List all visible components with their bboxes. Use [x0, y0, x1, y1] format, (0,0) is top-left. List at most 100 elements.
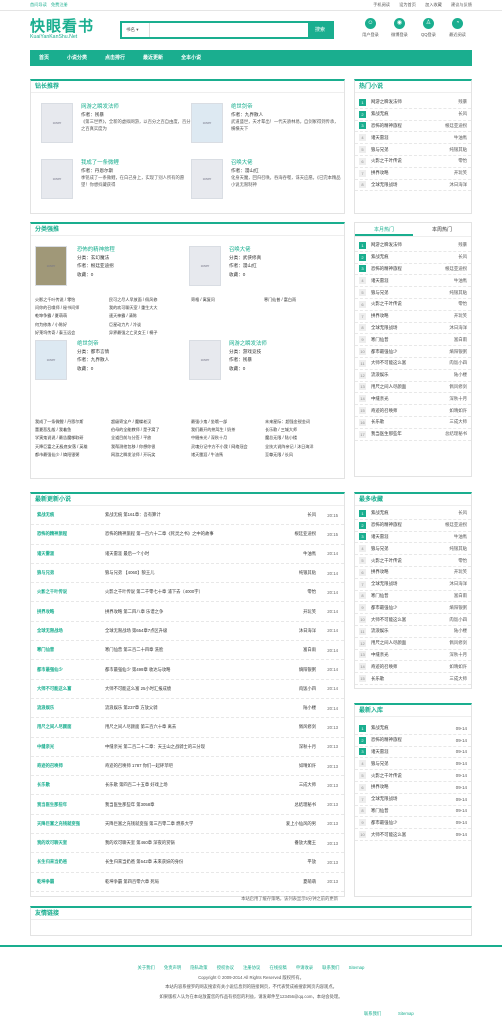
rank-book-title[interactable]: 火影之千叶传说 [371, 158, 458, 164]
featured-book-2[interactable]: cover 绝世剑帝 作者：九界散人 武道盛世，天才辈出！一代天骄林易，自剑冢得… [191, 103, 341, 143]
rank-book-title[interactable]: 狼与兄弟 [371, 546, 449, 552]
link-item[interactable]: 我们最开的热驾生 / 奶茶 [191, 426, 265, 434]
rank-item[interactable]: 15 奇迹的召唤师 如晴如许 [355, 405, 471, 417]
rank-book-title[interactable]: 长乐歌 [371, 676, 449, 682]
rank-item[interactable]: 10 都市最强仙少 熵阳银粥 [355, 346, 471, 358]
rank-item[interactable]: 3 诸天雷涯 09-14 [355, 747, 471, 759]
update-author[interactable]: 肉饭小四 [266, 686, 316, 692]
update-book[interactable]: 奇迹的召唤师 [37, 763, 105, 769]
update-book[interactable]: 全球无限战场 [37, 628, 105, 634]
update-book[interactable]: 狼与兄弟 [37, 570, 105, 576]
nav-category[interactable]: 小说分类 [58, 50, 96, 66]
homepage-link[interactable]: 设为首页 [399, 2, 416, 7]
rank-item[interactable]: 9 都市最强仙少 09-14 [355, 817, 471, 830]
rank-item[interactable]: 9 都市最强仙少 熵阳银粥 [355, 602, 471, 615]
update-chapter[interactable]: 火影之千叶传说 第二千零七十章 浦下去（4000字） [105, 589, 266, 595]
update-author[interactable]: 零怡 [266, 589, 316, 595]
rank-book-title[interactable]: 狼与兄弟 [371, 147, 449, 153]
rank-book-title[interactable]: 紫战无痕 [371, 510, 458, 516]
rank-book-title[interactable]: 用尺之间人尽颜面 [371, 384, 449, 390]
rank-item[interactable]: 14 中缝亲光 深秋十月 [355, 393, 471, 406]
rank-item[interactable]: 3 诸天雷涯 牛油馬 [355, 532, 471, 544]
rank-item[interactable]: 5 火影之千叶传说 零怡 [355, 555, 471, 567]
update-author[interactable]: 平放 [266, 859, 316, 865]
rank-item[interactable]: 15 长乐歌 三成大师 [355, 673, 471, 685]
rank-book-title[interactable]: 都市最强仙少 [371, 820, 456, 826]
rank-item[interactable]: 16 长乐歌 三成大师 [355, 417, 471, 429]
rank-book-title[interactable]: 中缝亲光 [371, 652, 449, 658]
link-item[interactable]: 网游之瞬发法师 / 开玩笑 [111, 451, 189, 459]
update-chapter[interactable]: 全球无限战场 第654章7点区升级 [105, 628, 266, 634]
footer-link[interactable]: 在线投稿 [270, 965, 287, 970]
nav-home[interactable]: 首页 [30, 50, 58, 66]
category-book-3[interactable]: cover 绝世剑帝 分类：都市言情 作者：九界散人 收藏：0 [35, 340, 177, 380]
update-chapter[interactable]: 长生归来当奶爸 第642章 末来获妖的身份 [105, 859, 266, 865]
link-item[interactable]: 末来星际：超强金锐金词 [265, 418, 345, 426]
rank-book-title[interactable]: 火影之千叶传说 [371, 773, 456, 779]
update-author[interactable]: 总结理秘书 [266, 802, 316, 808]
nav-rank[interactable]: 点击排行 [96, 50, 134, 66]
update-author[interactable]: 纯银其贴 [266, 570, 316, 576]
rank-item[interactable]: 6 拼界攻略 开玩笑 [355, 567, 471, 579]
update-book[interactable]: 流浪娱乐 [37, 705, 105, 711]
rank-item[interactable]: 12 流浪娱乐 陆小楼 [355, 370, 471, 382]
update-chapter[interactable]: 奇迹的召唤师 1787 你们一起砰苹吧 [105, 763, 266, 769]
rank-item[interactable]: 11 流浪娱乐 陆小楼 [355, 626, 471, 638]
rank-item[interactable]: 7 拼界攻略 开玩笑 [355, 168, 471, 180]
footer-link[interactable]: 隐私政策 [190, 965, 207, 970]
rank-book-title[interactable]: 都市最强仙少 [371, 605, 449, 611]
rank-book-title[interactable]: 我当医生那些年 [371, 431, 445, 437]
update-chapter[interactable]: 我的欢可聊天室 第460章 深夜的赏锅 [105, 840, 266, 846]
book-cover[interactable]: cover [191, 159, 223, 199]
book-title[interactable]: 我成了一条微鲤 [81, 159, 191, 167]
rank-book-title[interactable]: 恐怖的精神旅程 [371, 737, 456, 743]
rank-book-title[interactable]: 狼与兄弟 [371, 761, 456, 767]
link-item[interactable]: 我成了一条微鲤 / 丹恩尔斯 [35, 418, 109, 426]
update-book[interactable]: 我的欢可聊天室 [37, 840, 105, 846]
rank-book-title[interactable]: 诸天雷涯 [371, 135, 454, 141]
rank-book-title[interactable]: 都市最强仙少 [371, 349, 449, 355]
update-book[interactable]: 长生归来当奶爸 [37, 859, 105, 865]
update-chapter[interactable]: 流浪娱乐 第237章 方放父骑 [105, 705, 266, 711]
rank-book-title[interactable]: 诸天雷涯 [371, 278, 454, 284]
footer-link[interactable]: 关于我们 [138, 965, 155, 970]
search-input[interactable] [150, 23, 308, 37]
link-item[interactable]: 火影之千叶传说 / 零怡 [35, 296, 105, 304]
rank-book-title[interactable]: 全球无限战场 [371, 796, 456, 802]
rank-book-title[interactable]: 拼界攻略 [371, 313, 454, 319]
rank-book-title[interactable]: 用尺之间人尽颜面 [371, 640, 449, 646]
rank-item[interactable]: 12 用尺之间人尽颜面 佩风修剑 [355, 638, 471, 650]
update-chapter[interactable]: 我当医生那些年 第3058章 [105, 802, 266, 808]
rank-item[interactable]: 2 紫战无痕 长风 [355, 252, 471, 264]
link-item[interactable]: 中缝亲光 / 深秋十月 [191, 434, 265, 442]
footer-link[interactable]: 免责声明 [164, 965, 181, 970]
update-chapter[interactable]: 大师不可能这么富 25小时汇报成绩 [105, 686, 266, 692]
update-chapter[interactable]: 紫战无痕 第161章：吾有算计 [105, 512, 266, 518]
rank-book-title[interactable]: 中缝亲光 [371, 396, 449, 402]
link-item[interactable]: 全道目前与分签 / 平放 [111, 434, 189, 442]
footer-link[interactable]: 联系我们 [322, 965, 339, 970]
rank-item[interactable]: 13 用尺之间人尽颜面 佩风修剑 [355, 382, 471, 394]
book-title[interactable]: 召唤大佬 [231, 159, 341, 167]
update-author[interactable]: 根廷亚迪拐 [266, 531, 316, 537]
link-item[interactable]: 好莱坞传奇 / 泰玉远会 [35, 329, 105, 337]
rank-item[interactable]: 6 拼界攻略 09-14 [355, 782, 471, 794]
book-title[interactable]: 网游之瞬发法师 [229, 340, 329, 348]
book-cover[interactable]: cover [189, 340, 221, 380]
update-author[interactable]: 富白雨 [266, 647, 316, 653]
update-chapter[interactable]: 中缝亲光 第二百二十二章：天王山之战骑士的三分现 [105, 744, 266, 750]
rank-item[interactable]: 1 紫战无痕 长风 [355, 508, 471, 520]
rank-book-title[interactable]: 流浪娱乐 [371, 628, 454, 634]
book-cover[interactable]: cover [41, 159, 73, 199]
update-author[interactable]: 长风 [266, 512, 316, 518]
rank-book-title[interactable]: 奇迹的召唤师 [371, 664, 449, 670]
link-item[interactable]: 民可之尽人早放面 / 佩风修 [109, 296, 189, 304]
rank-book-title[interactable]: 大师不可能这么富 [371, 360, 449, 366]
update-chapter[interactable]: 诸天雷涯 最后一个小时 [105, 551, 266, 557]
update-book[interactable]: 天降巨富之充钱就变强 [37, 821, 105, 827]
rank-item[interactable]: 8 全球无限战场 沐日海洋 [355, 180, 471, 192]
rank-item[interactable]: 3 恐怖的精神旅程 根廷亚迪拐 [355, 121, 471, 133]
book-cover[interactable]: cover [191, 103, 223, 143]
link-item[interactable]: 伯母的全能教师 / 是子窝了 [111, 426, 189, 434]
rank-book-title[interactable]: 诸天雷涯 [371, 534, 454, 540]
